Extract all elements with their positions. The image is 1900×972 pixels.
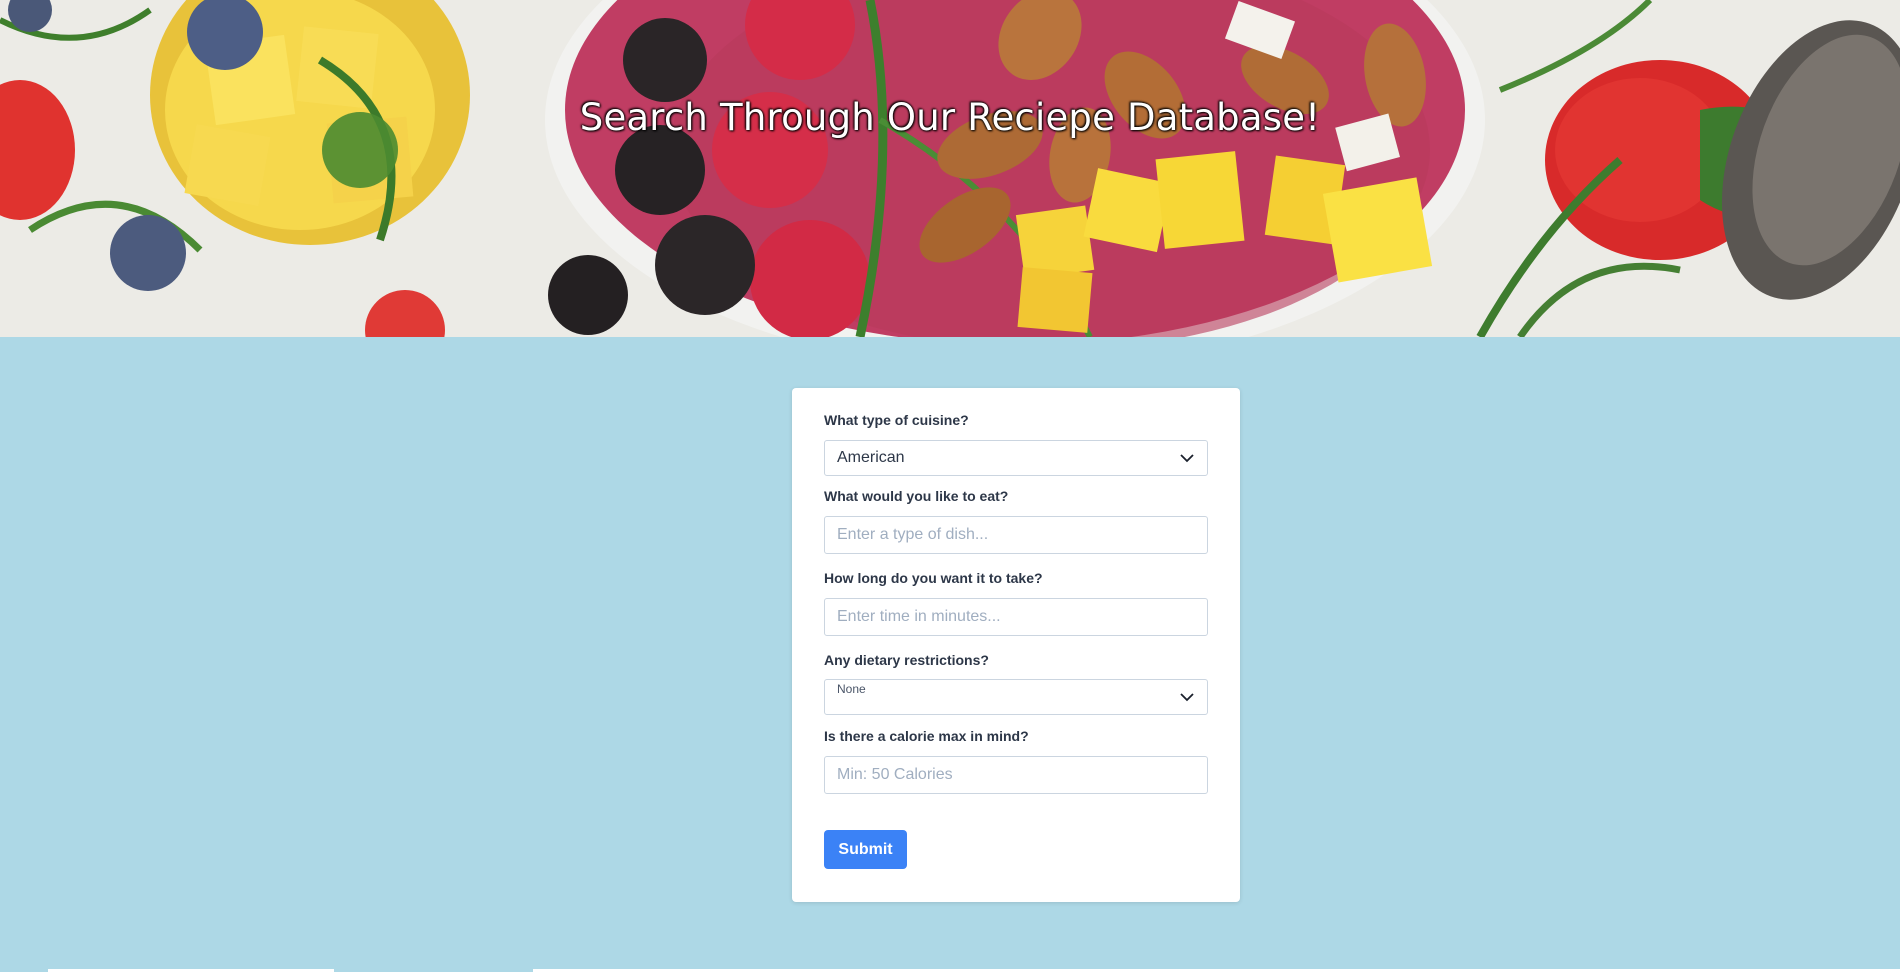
diet-select[interactable]: None [824, 679, 1208, 715]
chevron-down-icon [1180, 454, 1194, 463]
cuisine-select[interactable]: American [824, 440, 1208, 476]
diet-label: Any dietary restrictions? [824, 652, 989, 668]
chevron-down-icon [1180, 693, 1194, 702]
cuisine-label: What type of cuisine? [824, 412, 969, 428]
calories-field [824, 756, 1208, 794]
calories-input[interactable] [825, 757, 1207, 793]
dish-field [824, 516, 1208, 554]
cuisine-selected-value: American [837, 449, 905, 466]
submit-button[interactable]: Submit [824, 830, 907, 869]
dish-label: What would you like to eat? [824, 488, 1009, 504]
calories-label: Is there a calorie max in mind? [824, 728, 1029, 744]
page-title: Search Through Our Reciepe Database! [579, 96, 1321, 139]
time-label: How long do you want it to take? [824, 570, 1043, 586]
hero-banner: Search Through Our Reciepe Database! [0, 0, 1900, 337]
dish-input[interactable] [825, 517, 1207, 553]
recipe-search-form: What type of cuisine? American What woul… [792, 388, 1240, 902]
time-input[interactable] [825, 599, 1207, 635]
diet-selected-value: None [837, 682, 866, 696]
hero-food-image [0, 0, 1900, 337]
time-field [824, 598, 1208, 636]
